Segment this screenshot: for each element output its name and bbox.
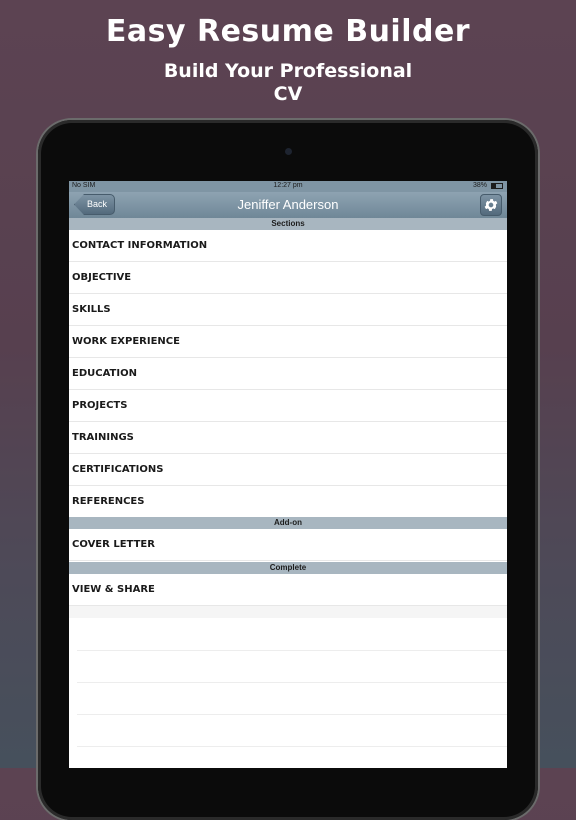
list-item-cover-letter[interactable]: COVER LETTER bbox=[69, 529, 507, 561]
empty-row-divider bbox=[77, 682, 507, 683]
app-screen: No SIM 12:27 pm 38% Jeniffer Anderson Ba… bbox=[69, 181, 507, 768]
table-footer-band bbox=[69, 606, 507, 618]
list-item-objective[interactable]: OBJECTIVE bbox=[69, 262, 507, 294]
sections-header: Sections bbox=[69, 218, 507, 230]
list-item-education[interactable]: EDUCATION bbox=[69, 358, 507, 390]
list-item-contact-information[interactable]: CONTACT INFORMATION bbox=[69, 230, 507, 262]
promo-title: Easy Resume Builder bbox=[105, 14, 471, 49]
addon-header: Add-on bbox=[69, 517, 507, 529]
empty-row-divider bbox=[77, 714, 507, 715]
gear-icon bbox=[484, 199, 498, 211]
list-item-work-experience[interactable]: WORK EXPERIENCE bbox=[69, 326, 507, 358]
status-time: 12:27 pm bbox=[273, 182, 303, 189]
battery-percent: 38% bbox=[472, 182, 487, 189]
promo-subtitle: Build Your Professional CV bbox=[163, 60, 413, 105]
settings-button[interactable] bbox=[480, 194, 502, 216]
camera-icon bbox=[285, 148, 292, 155]
list-item-view-share[interactable]: VIEW & SHARE bbox=[69, 574, 507, 606]
battery-icon bbox=[491, 183, 503, 189]
list-item-trainings[interactable]: TRAININGS bbox=[69, 422, 507, 454]
list-item-references[interactable]: REFERENCES bbox=[69, 486, 507, 518]
empty-row-divider bbox=[77, 650, 507, 651]
list-item-certifications[interactable]: CERTIFICATIONS bbox=[69, 454, 507, 486]
nav-bar: Jeniffer Anderson Back bbox=[69, 192, 507, 218]
list-item-projects[interactable]: PROJECTS bbox=[69, 390, 507, 422]
empty-row-divider bbox=[77, 746, 507, 747]
list-item-skills[interactable]: SKILLS bbox=[69, 294, 507, 326]
status-bar: No SIM 12:27 pm 38% bbox=[69, 181, 507, 192]
nav-title: Jeniffer Anderson bbox=[237, 197, 339, 212]
complete-header: Complete bbox=[69, 562, 507, 574]
